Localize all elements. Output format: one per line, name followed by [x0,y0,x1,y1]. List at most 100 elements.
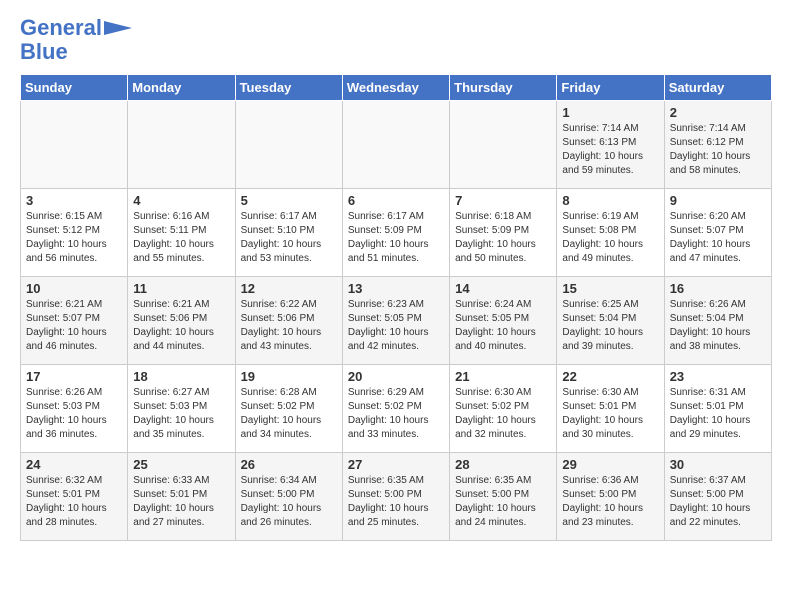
day-number: 2 [670,105,766,120]
calendar-week-row: 10 Sunrise: 6:21 AM Sunset: 5:07 PM Dayli… [21,277,772,365]
day-number: 18 [133,369,229,384]
day-number: 30 [670,457,766,472]
day-number: 25 [133,457,229,472]
day-info: Sunrise: 6:19 AM Sunset: 5:08 PM Dayligh… [562,210,658,266]
calendar-cell: 10 Sunrise: 6:21 AM Sunset: 5:07 PM Dayli… [21,277,128,365]
calendar-cell: 29Sunrise: 6:36 AM Sunset: 5:00 PM Dayli… [557,453,664,541]
day-info: Sunrise: 6:37 AM Sunset: 5:00 PM Dayligh… [670,474,766,530]
calendar-cell: 15Sunrise: 6:25 AM Sunset: 5:04 PM Dayli… [557,277,664,365]
calendar-cell: 23Sunrise: 6:31 AM Sunset: 5:01 PM Dayli… [664,365,771,453]
calendar-week-row: 3 Sunrise: 6:15 AM Sunset: 5:12 PM Daylig… [21,189,772,277]
calendar-cell: 4Sunrise: 6:16 AM Sunset: 5:11 PM Daylig… [128,189,235,277]
day-info: Sunrise: 6:32 AM Sunset: 5:01 PM Dayligh… [26,474,122,530]
logo-text: General [20,16,102,40]
calendar-cell: 18 Sunrise: 6:27 AM Sunset: 5:03 PM Dayli… [128,365,235,453]
day-number: 22 [562,369,658,384]
calendar-cell: 17 Sunrise: 6:26 AM Sunset: 5:03 PM Dayli… [21,365,128,453]
day-number: 6 [348,193,444,208]
calendar-cell: 16 Sunrise: 6:26 AM Sunset: 5:04 PM Dayli… [664,277,771,365]
day-info: Sunrise: 6:30 AM Sunset: 5:02 PM Dayligh… [455,386,551,442]
calendar-cell: 8 Sunrise: 6:19 AM Sunset: 5:08 PM Daylig… [557,189,664,277]
calendar-cell: 25 Sunrise: 6:33 AM Sunset: 5:01 PM Dayli… [128,453,235,541]
calendar-cell: 6 Sunrise: 6:17 AM Sunset: 5:09 PM Daylig… [342,189,449,277]
calendar-cell: 22 Sunrise: 6:30 AM Sunset: 5:01 PM Dayli… [557,365,664,453]
calendar-cell: 14 Sunrise: 6:24 AM Sunset: 5:05 PM Dayli… [450,277,557,365]
day-info: Sunrise: 6:36 AM Sunset: 5:00 PM Dayligh… [562,474,658,530]
day-info: Sunrise: 6:26 AM Sunset: 5:04 PM Dayligh… [670,298,766,354]
calendar-cell: 26 Sunrise: 6:34 AM Sunset: 5:00 PM Dayli… [235,453,342,541]
day-info: Sunrise: 6:22 AM Sunset: 5:06 PM Dayligh… [241,298,337,354]
day-number: 13 [348,281,444,296]
day-info: Sunrise: 6:25 AM Sunset: 5:04 PM Dayligh… [562,298,658,354]
col-header-sunday: Sunday [21,75,128,101]
day-number: 12 [241,281,337,296]
day-number: 21 [455,369,551,384]
day-info: Sunrise: 6:17 AM Sunset: 5:09 PM Dayligh… [348,210,444,266]
calendar-header-row: SundayMondayTuesdayWednesdayThursdayFrid… [21,75,772,101]
day-info: Sunrise: 6:35 AM Sunset: 5:00 PM Dayligh… [455,474,551,530]
calendar-cell: 11Sunrise: 6:21 AM Sunset: 5:06 PM Dayli… [128,277,235,365]
calendar-cell: 3 Sunrise: 6:15 AM Sunset: 5:12 PM Daylig… [21,189,128,277]
calendar-cell: 9Sunrise: 6:20 AM Sunset: 5:07 PM Daylig… [664,189,771,277]
calendar-cell [450,101,557,189]
day-number: 17 [26,369,122,384]
col-header-monday: Monday [128,75,235,101]
col-header-friday: Friday [557,75,664,101]
day-info: Sunrise: 6:30 AM Sunset: 5:01 PM Dayligh… [562,386,658,442]
calendar-cell [235,101,342,189]
logo-icon [104,21,132,35]
day-number: 24 [26,457,122,472]
day-info: Sunrise: 6:17 AM Sunset: 5:10 PM Dayligh… [241,210,337,266]
day-info: Sunrise: 6:21 AM Sunset: 5:07 PM Dayligh… [26,298,122,354]
calendar-cell [21,101,128,189]
day-info: Sunrise: 6:29 AM Sunset: 5:02 PM Dayligh… [348,386,444,442]
day-number: 8 [562,193,658,208]
calendar-cell: 7 Sunrise: 6:18 AM Sunset: 5:09 PM Daylig… [450,189,557,277]
logo-blue-text: Blue [20,40,68,64]
day-info: Sunrise: 6:27 AM Sunset: 5:03 PM Dayligh… [133,386,229,442]
calendar-cell: 12 Sunrise: 6:22 AM Sunset: 5:06 PM Dayli… [235,277,342,365]
day-info: Sunrise: 6:34 AM Sunset: 5:00 PM Dayligh… [241,474,337,530]
logo: General Blue [20,16,132,64]
calendar-week-row: 24 Sunrise: 6:32 AM Sunset: 5:01 PM Dayli… [21,453,772,541]
day-number: 4 [133,193,229,208]
day-number: 10 [26,281,122,296]
day-number: 16 [670,281,766,296]
calendar-cell: 24 Sunrise: 6:32 AM Sunset: 5:01 PM Dayli… [21,453,128,541]
calendar-cell: 28 Sunrise: 6:35 AM Sunset: 5:00 PM Dayli… [450,453,557,541]
calendar-cell: 2Sunrise: 7:14 AM Sunset: 6:12 PM Daylig… [664,101,771,189]
day-number: 7 [455,193,551,208]
day-number: 1 [562,105,658,120]
day-info: Sunrise: 6:24 AM Sunset: 5:05 PM Dayligh… [455,298,551,354]
calendar-week-row: 1 Sunrise: 7:14 AM Sunset: 6:13 PM Daylig… [21,101,772,189]
calendar-cell: 21 Sunrise: 6:30 AM Sunset: 5:02 PM Dayli… [450,365,557,453]
col-header-tuesday: Tuesday [235,75,342,101]
day-number: 5 [241,193,337,208]
day-number: 27 [348,457,444,472]
col-header-wednesday: Wednesday [342,75,449,101]
day-info: Sunrise: 6:15 AM Sunset: 5:12 PM Dayligh… [26,210,122,266]
calendar-cell [342,101,449,189]
day-info: Sunrise: 6:35 AM Sunset: 5:00 PM Dayligh… [348,474,444,530]
day-number: 26 [241,457,337,472]
header: General Blue [20,16,772,64]
calendar-cell: 27 Sunrise: 6:35 AM Sunset: 5:00 PM Dayli… [342,453,449,541]
day-number: 14 [455,281,551,296]
day-info: Sunrise: 6:26 AM Sunset: 5:03 PM Dayligh… [26,386,122,442]
day-info: Sunrise: 6:33 AM Sunset: 5:01 PM Dayligh… [133,474,229,530]
calendar-cell: 1 Sunrise: 7:14 AM Sunset: 6:13 PM Daylig… [557,101,664,189]
day-info: Sunrise: 6:28 AM Sunset: 5:02 PM Dayligh… [241,386,337,442]
day-info: Sunrise: 7:14 AM Sunset: 6:13 PM Dayligh… [562,122,658,178]
day-number: 3 [26,193,122,208]
calendar-week-row: 17 Sunrise: 6:26 AM Sunset: 5:03 PM Dayli… [21,365,772,453]
day-number: 28 [455,457,551,472]
day-info: Sunrise: 6:21 AM Sunset: 5:06 PM Dayligh… [133,298,229,354]
day-info: Sunrise: 6:18 AM Sunset: 5:09 PM Dayligh… [455,210,551,266]
day-info: Sunrise: 6:31 AM Sunset: 5:01 PM Dayligh… [670,386,766,442]
calendar-cell: 19Sunrise: 6:28 AM Sunset: 5:02 PM Dayli… [235,365,342,453]
day-number: 20 [348,369,444,384]
calendar-cell [128,101,235,189]
calendar-cell: 13Sunrise: 6:23 AM Sunset: 5:05 PM Dayli… [342,277,449,365]
day-number: 9 [670,193,766,208]
col-header-thursday: Thursday [450,75,557,101]
